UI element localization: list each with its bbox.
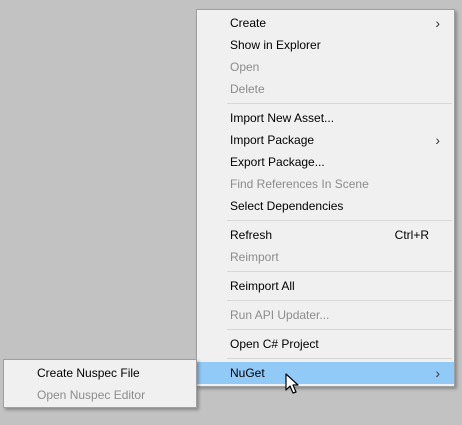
menu-item-reimport-all[interactable]: Reimport All: [197, 275, 454, 297]
menu-separator: [227, 103, 452, 104]
menu-item-select-dependencies[interactable]: Select Dependencies: [197, 195, 454, 217]
menu-item-open-csharp-project[interactable]: Open C# Project: [197, 333, 454, 355]
menu-item-import-new-asset[interactable]: Import New Asset...: [197, 107, 454, 129]
menu-separator: [227, 271, 452, 272]
menu-item-show-in-explorer[interactable]: Show in Explorer: [197, 34, 454, 56]
menu-item-label: Open: [230, 60, 260, 74]
menu-item-label: Select Dependencies: [230, 199, 344, 213]
menu-separator: [227, 358, 452, 359]
menu-item-refresh[interactable]: Refresh Ctrl+R: [197, 224, 454, 246]
menu-item-label: Run API Updater...: [230, 308, 330, 322]
menu-item-label: Delete: [230, 82, 265, 96]
menu-item-delete: Delete: [197, 78, 454, 100]
menu-item-export-package[interactable]: Export Package...: [197, 151, 454, 173]
menu-item-import-package[interactable]: Import Package ›: [197, 129, 454, 151]
menu-item-label: Import New Asset...: [230, 111, 335, 125]
menu-item-label: Find References In Scene: [230, 177, 369, 191]
menu-item-open: Open: [197, 56, 454, 78]
menu-item-label: Refresh: [230, 228, 273, 242]
menu-item-label: Show in Explorer: [230, 38, 321, 52]
menu-item-label: Reimport All: [230, 279, 295, 293]
chevron-right-icon: ›: [435, 132, 440, 148]
mouse-cursor-icon: [285, 373, 299, 394]
menu-item-label: Create: [230, 16, 267, 30]
menu-item-open-nuspec-editor: Open Nuspec Editor: [4, 384, 196, 406]
menu-item-create[interactable]: Create ›: [197, 12, 454, 34]
menu-item-create-nuspec-file[interactable]: Create Nuspec File: [4, 362, 196, 384]
menu-item-label: Open Nuspec Editor: [37, 388, 146, 402]
menu-item-label: NuGet: [230, 366, 265, 380]
menu-item-find-references: Find References In Scene: [197, 173, 454, 195]
menu-item-label: Export Package...: [230, 155, 325, 169]
menu-item-run-api-updater: Run API Updater...: [197, 304, 454, 326]
menu-item-label: Import Package: [230, 133, 315, 147]
menu-separator: [227, 300, 452, 301]
menu-item-label: Open C# Project: [230, 337, 319, 351]
chevron-right-icon: ›: [435, 365, 440, 381]
menu-item-label: Create Nuspec File: [37, 366, 140, 380]
menu-item-label: Reimport: [230, 250, 279, 264]
menu-separator: [227, 220, 452, 221]
menu-item-reimport: Reimport: [197, 246, 454, 268]
menu-separator: [227, 329, 452, 330]
context-menu: Create › Show in Explorer Open Delete Im…: [196, 9, 455, 387]
chevron-right-icon: ›: [435, 15, 440, 31]
shortcut-label: Ctrl+R: [394, 228, 429, 242]
nuget-submenu: Create Nuspec File Open Nuspec Editor: [3, 359, 197, 408]
menu-item-nuget[interactable]: NuGet ›: [197, 362, 454, 384]
